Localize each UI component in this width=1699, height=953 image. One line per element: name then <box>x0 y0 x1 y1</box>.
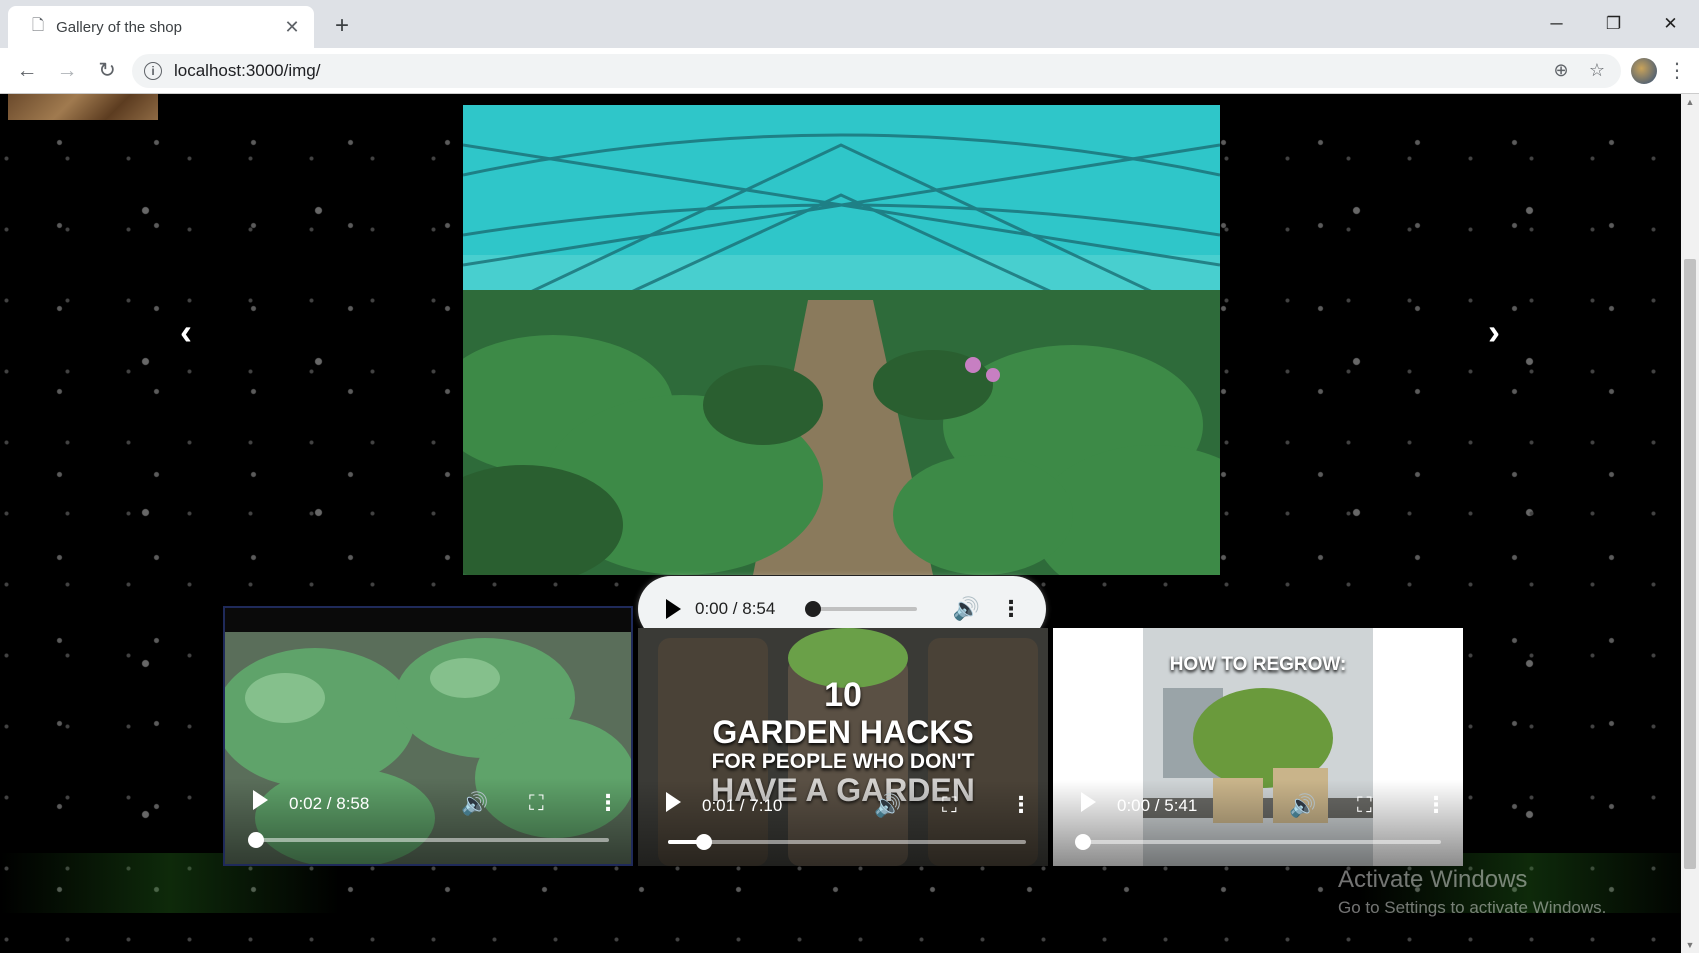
video-seek-knob[interactable] <box>1075 834 1091 850</box>
back-arrow-icon[interactable]: ← <box>12 56 42 86</box>
watermark-line-1: Activate Windows <box>1338 866 1528 893</box>
volume-icon[interactable]: 🔊 <box>1289 793 1316 819</box>
watermark-line-2: Go to Settings to activate Windows. <box>1338 898 1607 917</box>
play-icon[interactable] <box>666 792 681 812</box>
star-icon[interactable]: ☆ <box>1585 60 1609 81</box>
video-card-garden-hacks[interactable]: 10 GARDEN HACKS FOR PEOPLE WHO DON'T HAV… <box>638 628 1048 866</box>
scroll-up-icon[interactable]: ▲ <box>1681 94 1699 110</box>
browser-toolbar: ← → ↻ i localhost:3000/img/ ⊕ ☆ ⋮ <box>0 48 1699 94</box>
corner-thumbnail-image[interactable] <box>8 94 158 120</box>
gallery-main-image <box>463 105 1220 575</box>
new-tab-button[interactable]: + <box>330 14 354 38</box>
scroll-thumb[interactable] <box>1684 259 1696 869</box>
fullscreen-icon[interactable]: ⛶ <box>942 794 957 818</box>
video-card-regrow[interactable]: HOW TO REGROW: 0:00 / 5:41 🔊 ⛶ ⋮ <box>1053 628 1463 866</box>
tab-close-icon[interactable]: ✕ <box>282 17 302 38</box>
video-title-main: GARDEN HACKS <box>712 714 974 750</box>
video-controls <box>638 780 1048 866</box>
video-title-number: 10 <box>824 676 862 714</box>
video-seek-slider[interactable] <box>668 834 1026 850</box>
page-viewport: ‹ › 0:00 / 8:54 🔊 ⋮ 0:02 / 8:58 🔊 ⛶ ⋮ 10… <box>0 94 1699 953</box>
minimize-button[interactable]: ─ <box>1528 0 1585 48</box>
video-seek-slider[interactable] <box>1075 834 1441 850</box>
page-scrollbar[interactable]: ▲ ▼ <box>1681 94 1699 953</box>
video-seek-slider[interactable] <box>248 832 609 848</box>
play-icon[interactable] <box>1081 792 1096 812</box>
video-time: 0:00 / 5:41 <box>1117 796 1198 815</box>
more-options-icon[interactable]: ⋮ <box>597 790 619 816</box>
address-bar[interactable]: i localhost:3000/img/ ⊕ ☆ <box>132 53 1621 88</box>
video-time: 0:01 / 7:10 <box>702 796 783 815</box>
next-arrow-button[interactable]: › <box>1488 314 1500 350</box>
more-options-icon[interactable]: ⋮ <box>1010 792 1032 818</box>
video-title: HOW TO REGROW: <box>1169 654 1347 675</box>
video-controls <box>225 778 631 864</box>
fullscreen-icon[interactable]: ⛶ <box>1357 794 1372 818</box>
video-card-monstera[interactable]: 0:02 / 8:58 🔊 ⛶ ⋮ <box>223 606 633 866</box>
profile-avatar[interactable] <box>1631 57 1657 84</box>
video-controls <box>1053 780 1463 866</box>
video-row: 0:02 / 8:58 🔊 ⛶ ⋮ 10 GARDEN HACKS FOR PE… <box>223 606 1463 866</box>
page-icon: 🗋 <box>32 16 45 34</box>
reload-icon[interactable]: ↻ <box>92 56 122 86</box>
forward-arrow-icon[interactable]: → <box>52 56 82 86</box>
fullscreen-icon[interactable]: ⛶ <box>529 792 544 816</box>
video-seek-knob[interactable] <box>695 834 712 850</box>
windows-activation-watermark: Activate Windows Go to Settings to activ… <box>1338 866 1606 918</box>
video-time: 0:02 / 8:58 <box>289 794 370 813</box>
menu-dots-icon[interactable]: ⋮ <box>1667 58 1687 83</box>
url-text[interactable]: localhost:3000/img/ <box>174 61 1537 81</box>
video-title-sub: FOR PEOPLE WHO DON'T <box>711 750 975 773</box>
prev-arrow-button[interactable]: ‹ <box>180 314 192 350</box>
restore-button[interactable]: ❐ <box>1585 0 1642 48</box>
info-icon[interactable]: i <box>144 61 162 80</box>
tab-strip: 🗋 Gallery of the shop ✕ + ─ ❐ ✕ <box>0 0 1699 48</box>
more-options-icon[interactable]: ⋮ <box>1425 792 1447 818</box>
close-window-button[interactable]: ✕ <box>1642 0 1699 48</box>
tab-title: Gallery of the shop <box>56 18 182 36</box>
scroll-down-icon[interactable]: ▼ <box>1681 937 1699 953</box>
browser-chrome: 🗋 Gallery of the shop ✕ + ─ ❐ ✕ ← → ↻ i … <box>0 0 1699 94</box>
volume-icon[interactable]: 🔊 <box>874 793 901 819</box>
tab-gallery[interactable]: 🗋 Gallery of the shop ✕ <box>8 6 314 48</box>
volume-icon[interactable]: 🔊 <box>461 791 488 817</box>
window-controls: ─ ❐ ✕ <box>1528 0 1699 48</box>
zoom-icon[interactable]: ⊕ <box>1549 60 1573 81</box>
play-icon[interactable] <box>253 790 268 810</box>
